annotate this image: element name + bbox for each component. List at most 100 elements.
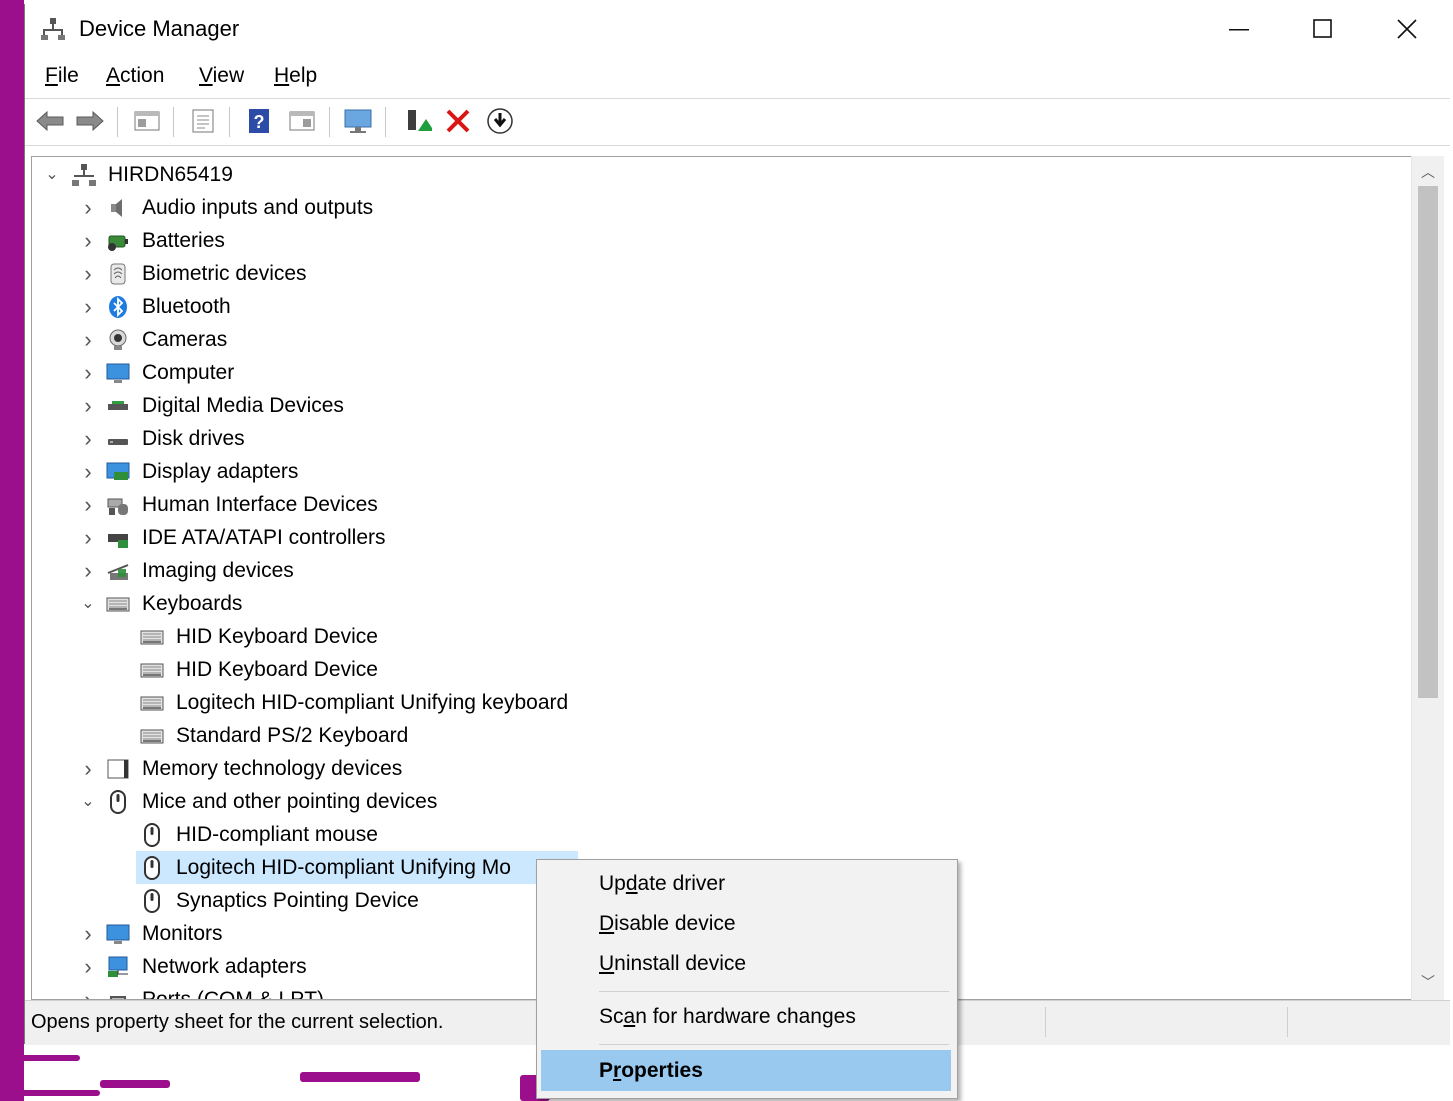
menu-file[interactable]: File [45,64,79,88]
scan-hardware-menu-item[interactable]: Scan for hardware changes [541,997,951,1037]
tree-category-item[interactable]: › Digital Media Devices [32,389,1412,422]
toolbar-separator [329,107,330,137]
scroll-up-icon[interactable]: ︿ [1418,162,1438,182]
tree-device-item[interactable]: HID Keyboard Device [32,653,1412,686]
console-tree-button[interactable] [132,106,162,136]
help-button[interactable]: ? [244,106,274,136]
tree-category-item[interactable]: › Bluetooth [32,290,1412,323]
update-driver-button[interactable] [403,106,433,136]
menu-text: Sc [599,1005,624,1028]
action-pane-icon [289,111,315,131]
menu-text: ninstall device [614,952,747,975]
properties-menu-item[interactable]: Properties [541,1050,951,1091]
tree-device-item[interactable]: HID Keyboard Device [32,620,1412,653]
tree-item-label: Display adapters [142,460,299,483]
chevron-down-icon[interactable]: ⌄ [42,158,62,191]
toolbar-separator [117,107,118,137]
chevron-right-icon[interactable]: › [78,950,98,983]
menu-help[interactable]: Help [274,64,317,88]
menu-file-label: ile [57,64,79,87]
tree-root[interactable]: ⌄ HIRDN65419 [32,158,1412,191]
root-label: HIRDN65419 [108,163,233,186]
tree-item-label: Batteries [142,229,225,252]
tree-item-label: HID Keyboard Device [176,625,378,648]
menu-help-mnemonic: H [274,64,290,87]
menu-view[interactable]: View [199,64,244,88]
port-icon [110,996,126,999]
chevron-down-icon[interactable]: ⌄ [78,587,98,620]
keyboard-icon [140,630,164,645]
chevron-right-icon[interactable]: › [78,554,98,587]
tree-category-item[interactable]: › IDE ATA/ATAPI controllers [32,521,1412,554]
tree-category-item[interactable]: › Biometric devices [32,257,1412,290]
tree-device-item[interactable]: HID-compliant mouse [32,818,1412,851]
uninstall-device-button[interactable] [443,106,473,136]
tree-category-item[interactable]: › Batteries [32,224,1412,257]
minimize-button[interactable] [1197,4,1281,54]
tree-device-item[interactable]: Logitech HID-compliant Unifying keyboard [32,686,1412,719]
tree-item-label: Standard PS/2 Keyboard [176,724,409,747]
chevron-right-icon[interactable]: › [78,521,98,554]
show-hide-console-tree-icon [134,111,160,131]
chevron-right-icon[interactable]: › [78,257,98,290]
scroll-thumb[interactable] [1418,186,1438,698]
maximize-button[interactable] [1281,4,1365,54]
svg-text:?: ? [254,112,265,132]
context-menu: Update driver Disable device Uninstall d… [536,859,958,1099]
scroll-down-icon[interactable]: ﹀ [1418,972,1438,992]
tree-category-item[interactable]: ⌄ Mice and other pointing devices [32,785,1412,818]
update-driver-menu-item[interactable]: Update driver [541,864,951,904]
chevron-right-icon[interactable]: › [78,488,98,521]
tree-category-item[interactable]: › Cameras [32,323,1412,356]
tree-category-item[interactable]: › Display adapters [32,455,1412,488]
tree-item-label: HID Keyboard Device [176,658,378,681]
uninstall-device-menu-item[interactable]: Uninstall device [541,944,951,984]
menu-action[interactable]: Action [106,64,164,88]
menu-text: isable device [614,912,736,935]
chevron-right-icon[interactable]: › [78,455,98,488]
chevron-down-icon[interactable]: ⌄ [78,785,98,818]
chevron-right-icon[interactable]: › [78,917,98,950]
tree-device-item[interactable]: Standard PS/2 Keyboard [32,719,1412,752]
tree-category-item[interactable]: ⌄ Keyboards [32,587,1412,620]
chevron-right-icon[interactable]: › [78,323,98,356]
chevron-right-icon[interactable]: › [78,191,98,224]
chevron-right-icon[interactable]: › [78,356,98,389]
menu-separator [599,1044,949,1045]
speaker-icon [111,199,122,217]
tree-item-label: Ports (COM & LPT) [142,988,325,1000]
tree-category-item[interactable]: › Imaging devices [32,554,1412,587]
menu-action-label: ction [120,64,165,87]
forward-arrow-icon [76,110,104,132]
scan-monitor-button[interactable] [343,106,373,136]
close-button[interactable] [1365,4,1449,54]
install-button[interactable] [485,106,515,136]
tree-category-item[interactable]: › Memory technology devices [32,752,1412,785]
disable-device-menu-item[interactable]: Disable device [541,904,951,944]
chevron-right-icon[interactable]: › [78,422,98,455]
forward-button[interactable] [75,106,105,136]
monitor-icon [106,924,130,944]
window-title: Device Manager [79,16,240,41]
tree-category-item[interactable]: › Computer [32,356,1412,389]
vertical-scrollbar[interactable]: ︿ ﹀ [1411,156,1444,1000]
tree-category-item[interactable]: › Human Interface Devices [32,488,1412,521]
toolbar-separator [173,107,174,137]
status-divider [1045,1007,1046,1037]
display-adapter-icon [106,462,130,480]
chevron-right-icon[interactable]: › [78,983,98,999]
action-pane-button[interactable] [287,106,317,136]
properties-button[interactable] [188,106,218,136]
chevron-right-icon[interactable]: › [78,752,98,785]
install-download-icon [487,108,513,134]
menu-mnemonic: a [623,1005,636,1028]
chevron-right-icon[interactable]: › [78,224,98,257]
chevron-right-icon[interactable]: › [78,389,98,422]
chevron-right-icon[interactable]: › [78,290,98,323]
back-button[interactable] [35,106,65,136]
tree-category-item[interactable]: › Disk drives [32,422,1412,455]
tree-item-label: Network adapters [142,955,307,978]
title-bar[interactable]: Device Manager [25,4,1450,54]
battery-icon [108,235,128,251]
tree-category-item[interactable]: › Audio inputs and outputs [32,191,1412,224]
